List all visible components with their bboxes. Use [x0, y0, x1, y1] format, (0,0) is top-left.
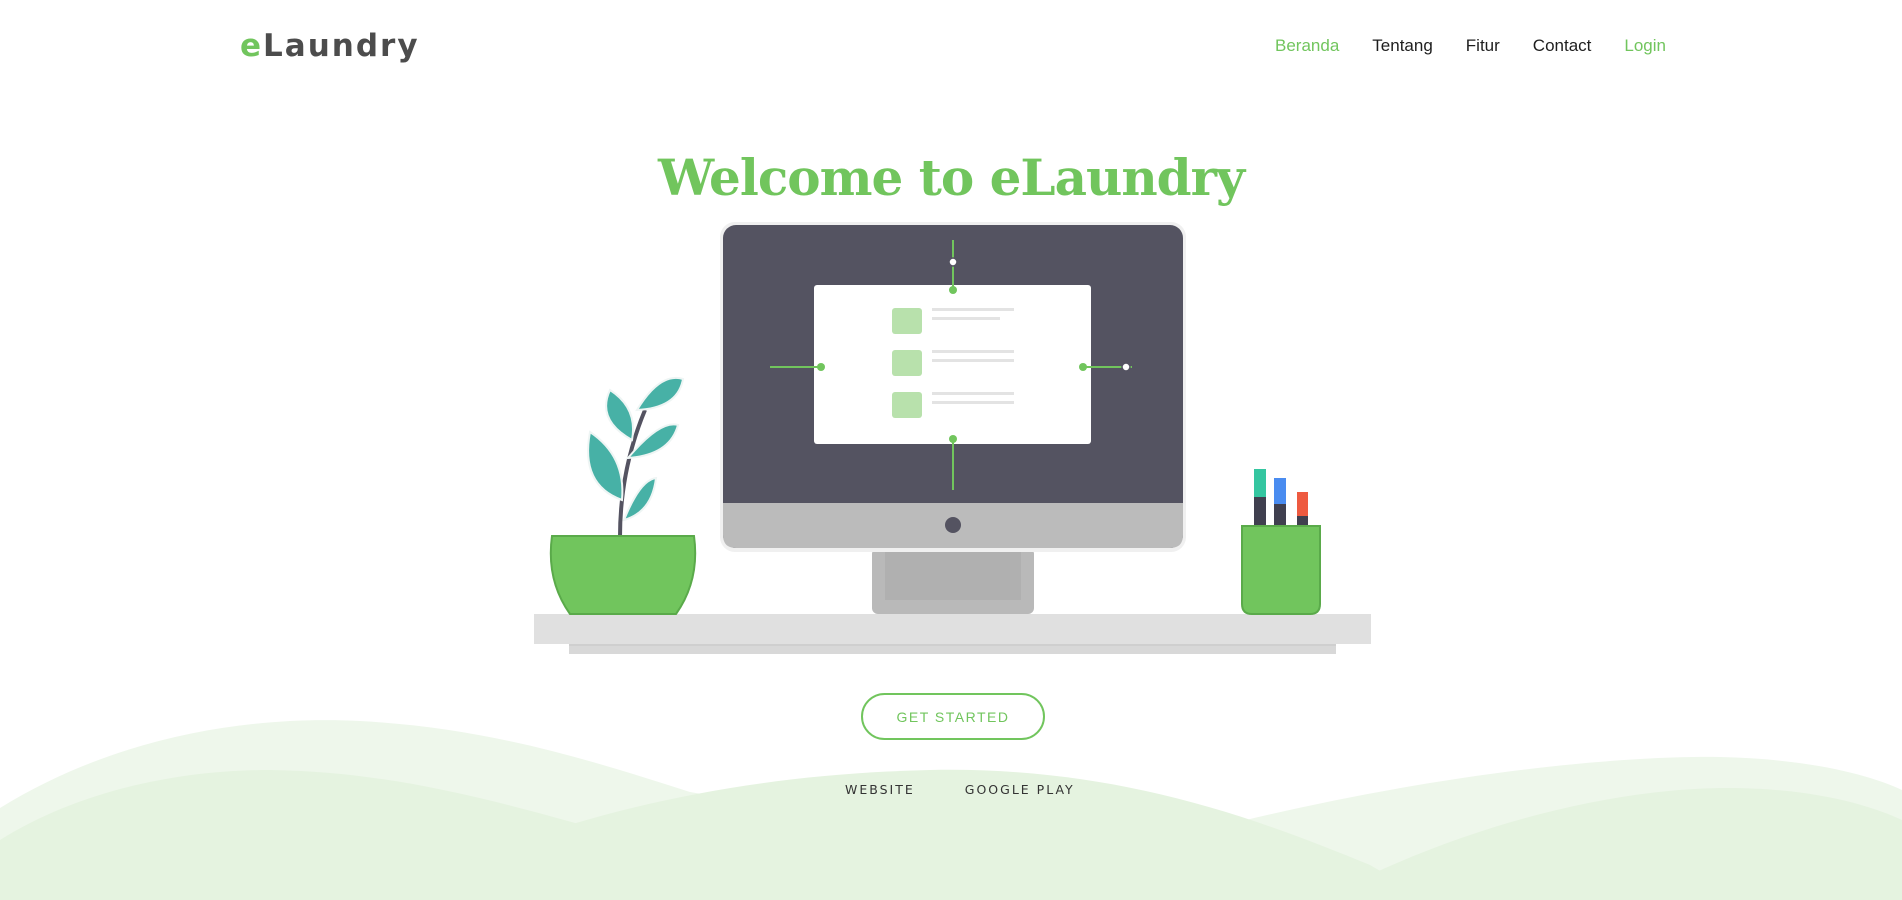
nav-link-tentang[interactable]: Tentang — [1372, 36, 1433, 55]
monitor-illustration — [720, 222, 1186, 614]
logo-prefix: e — [240, 28, 264, 64]
plant-illustration — [549, 377, 697, 615]
nav-link-contact[interactable]: Contact — [1533, 36, 1592, 55]
navbar: eLaundry Beranda Tentang Fitur Contact L… — [0, 0, 1902, 95]
nav-item-login: Login — [1624, 36, 1666, 56]
store-links: WEBSITE GOOGLE PLAY — [845, 782, 1075, 797]
hero-title: Welcome to eLaundry — [657, 148, 1245, 207]
hero-illustration — [534, 222, 1371, 654]
google-play-link[interactable]: GOOGLE PLAY — [965, 782, 1075, 797]
nav-item-contact: Contact — [1533, 36, 1592, 56]
logo[interactable]: eLaundry — [240, 28, 420, 64]
website-link[interactable]: WEBSITE — [845, 782, 915, 797]
nav-link-login[interactable]: Login — [1624, 36, 1666, 55]
nav-item-fitur: Fitur — [1466, 36, 1500, 56]
nav-link-beranda[interactable]: Beranda — [1275, 36, 1339, 55]
nav-item-tentang: Tentang — [1372, 36, 1433, 56]
desk-illustration — [534, 614, 1371, 654]
pen-cup-illustration — [1241, 469, 1321, 615]
nav-menu: Beranda Tentang Fitur Contact Login — [1275, 36, 1666, 56]
logo-text: Laundry — [263, 28, 420, 64]
nav-item-beranda: Beranda — [1275, 36, 1339, 56]
get-started-button[interactable]: GET STARTED — [861, 693, 1045, 740]
nav-link-fitur[interactable]: Fitur — [1466, 36, 1500, 55]
